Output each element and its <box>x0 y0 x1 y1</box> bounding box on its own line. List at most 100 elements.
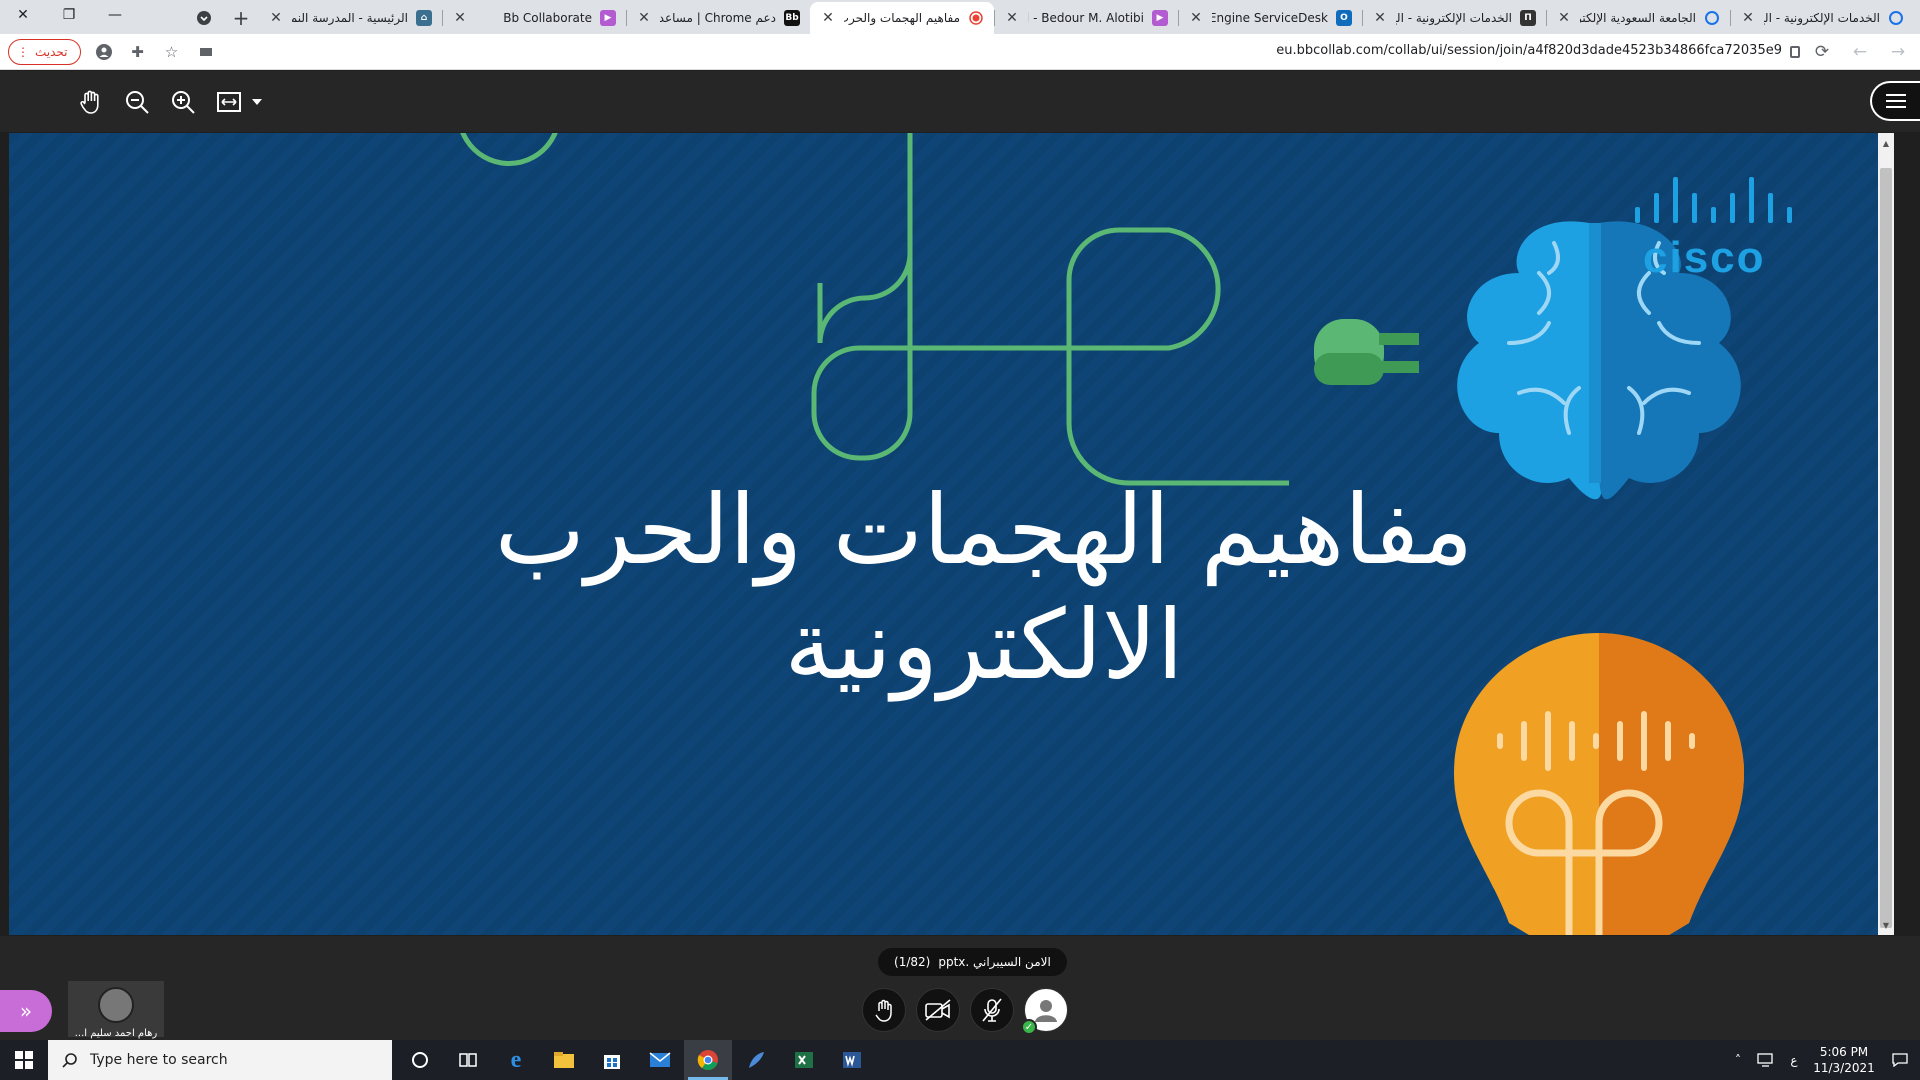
zoom-out-icon[interactable] <box>122 87 152 117</box>
url-text: eu.bbcollab.com/collab/ui/session/join/a… <box>1276 43 1782 58</box>
new-tab-button[interactable]: + <box>224 2 258 34</box>
close-icon[interactable]: ✕ <box>636 10 652 26</box>
cisco-wordmark: cisco <box>1643 233 1766 282</box>
browser-tab[interactable]: Bb دعم Chrome | مساعدة ✕ <box>626 2 810 34</box>
close-icon[interactable]: ✕ <box>1188 10 1204 26</box>
app-icon: П <box>1520 10 1536 26</box>
zoom-dropdown-icon[interactable] <box>252 99 262 105</box>
page-counter: (1/82) <box>894 955 931 969</box>
double-chevron-right-icon: » <box>19 999 33 1023</box>
browser-tab[interactable]: П الخدمات الإلكترونية - الج ✕ <box>1362 2 1546 34</box>
minimize-button[interactable]: — <box>92 0 138 30</box>
zoom-in-icon[interactable] <box>168 87 198 117</box>
lock-icon[interactable] <box>1790 45 1800 58</box>
feather-app-icon[interactable] <box>732 1040 780 1080</box>
edge-icon[interactable]: e <box>492 1040 540 1080</box>
hand-icon <box>875 999 892 1022</box>
system-tray: ˄ ع 5:06 PM 11/3/2021 <box>1724 1040 1920 1080</box>
browser-tab[interactable]: ▶ Bb Collaborate ✕ <box>442 2 626 34</box>
profile-icon[interactable] <box>93 41 115 63</box>
participant-name: رهام احمد سليم ا... <box>74 1028 158 1039</box>
taskbar-search-input[interactable]: Type here to search <box>48 1040 392 1080</box>
close-icon[interactable]: ✕ <box>1556 10 1572 26</box>
plug-icon <box>1314 319 1419 385</box>
tab-search-button[interactable] <box>184 2 224 34</box>
forward-icon[interactable]: → <box>1886 40 1910 64</box>
reload-icon[interactable]: ⟳ <box>1810 40 1834 64</box>
open-collaborate-panel-button[interactable]: » <box>0 990 52 1032</box>
close-icon[interactable]: ✕ <box>268 10 284 26</box>
search-icon <box>62 1053 77 1068</box>
avatar <box>98 987 134 1023</box>
browser-tab-active[interactable]: مفاهيم الهجمات والحرب ✕ <box>810 2 994 34</box>
session-controls-bar: الامن السيبراني .pptx (1/82) ✓ » رهام اح… <box>0 936 1920 1040</box>
tab-title: مفاهيم الهجمات والحرب <box>844 11 960 25</box>
tab-title: الجامعة السعودية الإلكترونية <box>1580 11 1696 25</box>
browser-toolbar: ⋮ تحديث ✚ ☆ eu.bbcollab.com/collab/ui/se… <box>0 34 1920 70</box>
user-avatar-icon <box>1035 1000 1057 1022</box>
browser-tab[interactable]: الجامعة السعودية الإلكترونية ✕ <box>1546 2 1730 34</box>
browser-tab[interactable]: الخدمات الإلكترونية - الج ✕ <box>1730 2 1914 34</box>
pan-hand-icon[interactable] <box>76 87 106 117</box>
raise-hand-button[interactable] <box>862 988 906 1032</box>
scroll-up-icon[interactable]: ▲ <box>1878 135 1894 151</box>
scroll-down-icon[interactable]: ▼ <box>1878 917 1894 933</box>
my-status-button[interactable]: ✓ <box>1021 988 1068 1035</box>
bookmark-star-icon[interactable]: ☆ <box>161 41 183 63</box>
tab-title: الرئيسية - المدرسة النموذجية <box>292 11 408 25</box>
tab-strip: الخدمات الإلكترونية - الج ✕ الجامعة السع… <box>0 0 1920 34</box>
browser-tab[interactable]: ⌂ الرئيسية - المدرسة النموذجية ✕ <box>258 2 442 34</box>
restore-button[interactable]: ❐ <box>46 0 92 30</box>
school-icon: ⌂ <box>416 10 432 26</box>
tab-title: Mail - Bedour M. Alotibi <box>1028 11 1144 25</box>
extensions-icon[interactable]: ✚ <box>127 41 149 63</box>
shared-file-name: الامن السيبراني .pptx <box>938 955 1051 969</box>
camera-toggle-button[interactable] <box>916 988 960 1032</box>
recording-icon <box>968 10 984 26</box>
word-icon[interactable] <box>828 1040 876 1080</box>
window-controls: ✕ ❐ — <box>0 0 138 30</box>
input-language-indicator[interactable]: ع <box>1780 1053 1808 1067</box>
close-icon[interactable]: ✕ <box>1740 10 1756 26</box>
tab-title: Bb Collaborate <box>503 11 592 25</box>
microphone-toggle-button[interactable] <box>970 988 1014 1032</box>
close-icon[interactable]: ✕ <box>452 10 468 26</box>
browser-tab[interactable]: ▶ Mail - Bedour M. Alotibi ✕ <box>994 2 1178 34</box>
start-button[interactable] <box>0 1040 48 1080</box>
outlook-icon: O <box>1336 10 1352 26</box>
search-placeholder: Type here to search <box>90 1052 228 1068</box>
cast-icon[interactable] <box>195 41 217 63</box>
slide-scroll-thumb[interactable] <box>1880 168 1892 928</box>
back-icon[interactable]: ← <box>1848 40 1872 64</box>
cortana-icon[interactable] <box>396 1040 444 1080</box>
address-bar[interactable]: eu.bbcollab.com/collab/ui/session/join/a… <box>1276 43 1800 58</box>
fit-width-icon[interactable] <box>214 87 244 117</box>
tab-title: الخدمات الإلكترونية - الج <box>1396 11 1512 25</box>
browser-tab[interactable]: O ManageEngine ServiceDesk ✕ <box>1178 2 1362 34</box>
chrome-icon[interactable] <box>684 1040 732 1080</box>
close-window-button[interactable]: ✕ <box>0 0 46 30</box>
slide-title: مفاهيم الهجمات والحرب الالكترونية <box>494 474 1474 702</box>
clock[interactable]: 5:06 PM 11/3/2021 <box>1808 1044 1880 1076</box>
clock-date: 11/3/2021 <box>1813 1061 1875 1075</box>
participant-video-tile[interactable]: رهام احمد سليم ا... <box>68 981 164 1039</box>
notification-icon[interactable] <box>1880 1053 1920 1067</box>
close-icon[interactable]: ✕ <box>1372 10 1388 26</box>
update-label: تحديث <box>35 45 68 59</box>
excel-icon[interactable] <box>780 1040 828 1080</box>
store-icon[interactable] <box>588 1040 636 1080</box>
chevron-up-icon[interactable]: ˄ <box>1724 1053 1752 1067</box>
task-view-icon[interactable] <box>444 1040 492 1080</box>
tab-title: الخدمات الإلكترونية - الج <box>1764 11 1880 25</box>
collaborate-menu-button[interactable] <box>1870 81 1920 121</box>
close-icon[interactable]: ✕ <box>1004 10 1020 26</box>
chevron-down-icon <box>197 11 211 25</box>
update-button[interactable]: ⋮ تحديث <box>8 39 81 65</box>
shared-file-indicator: الامن السيبراني .pptx (1/82) <box>878 948 1067 976</box>
tab-title: دعم Chrome | مساعدة <box>660 11 776 25</box>
shared-slide: cisco مفاهيم الهجمات والحرب الالكترونية <box>9 133 1893 935</box>
file-explorer-icon[interactable] <box>540 1040 588 1080</box>
close-icon[interactable]: ✕ <box>820 10 836 26</box>
network-icon[interactable] <box>1752 1053 1780 1067</box>
mail-icon[interactable] <box>636 1040 684 1080</box>
